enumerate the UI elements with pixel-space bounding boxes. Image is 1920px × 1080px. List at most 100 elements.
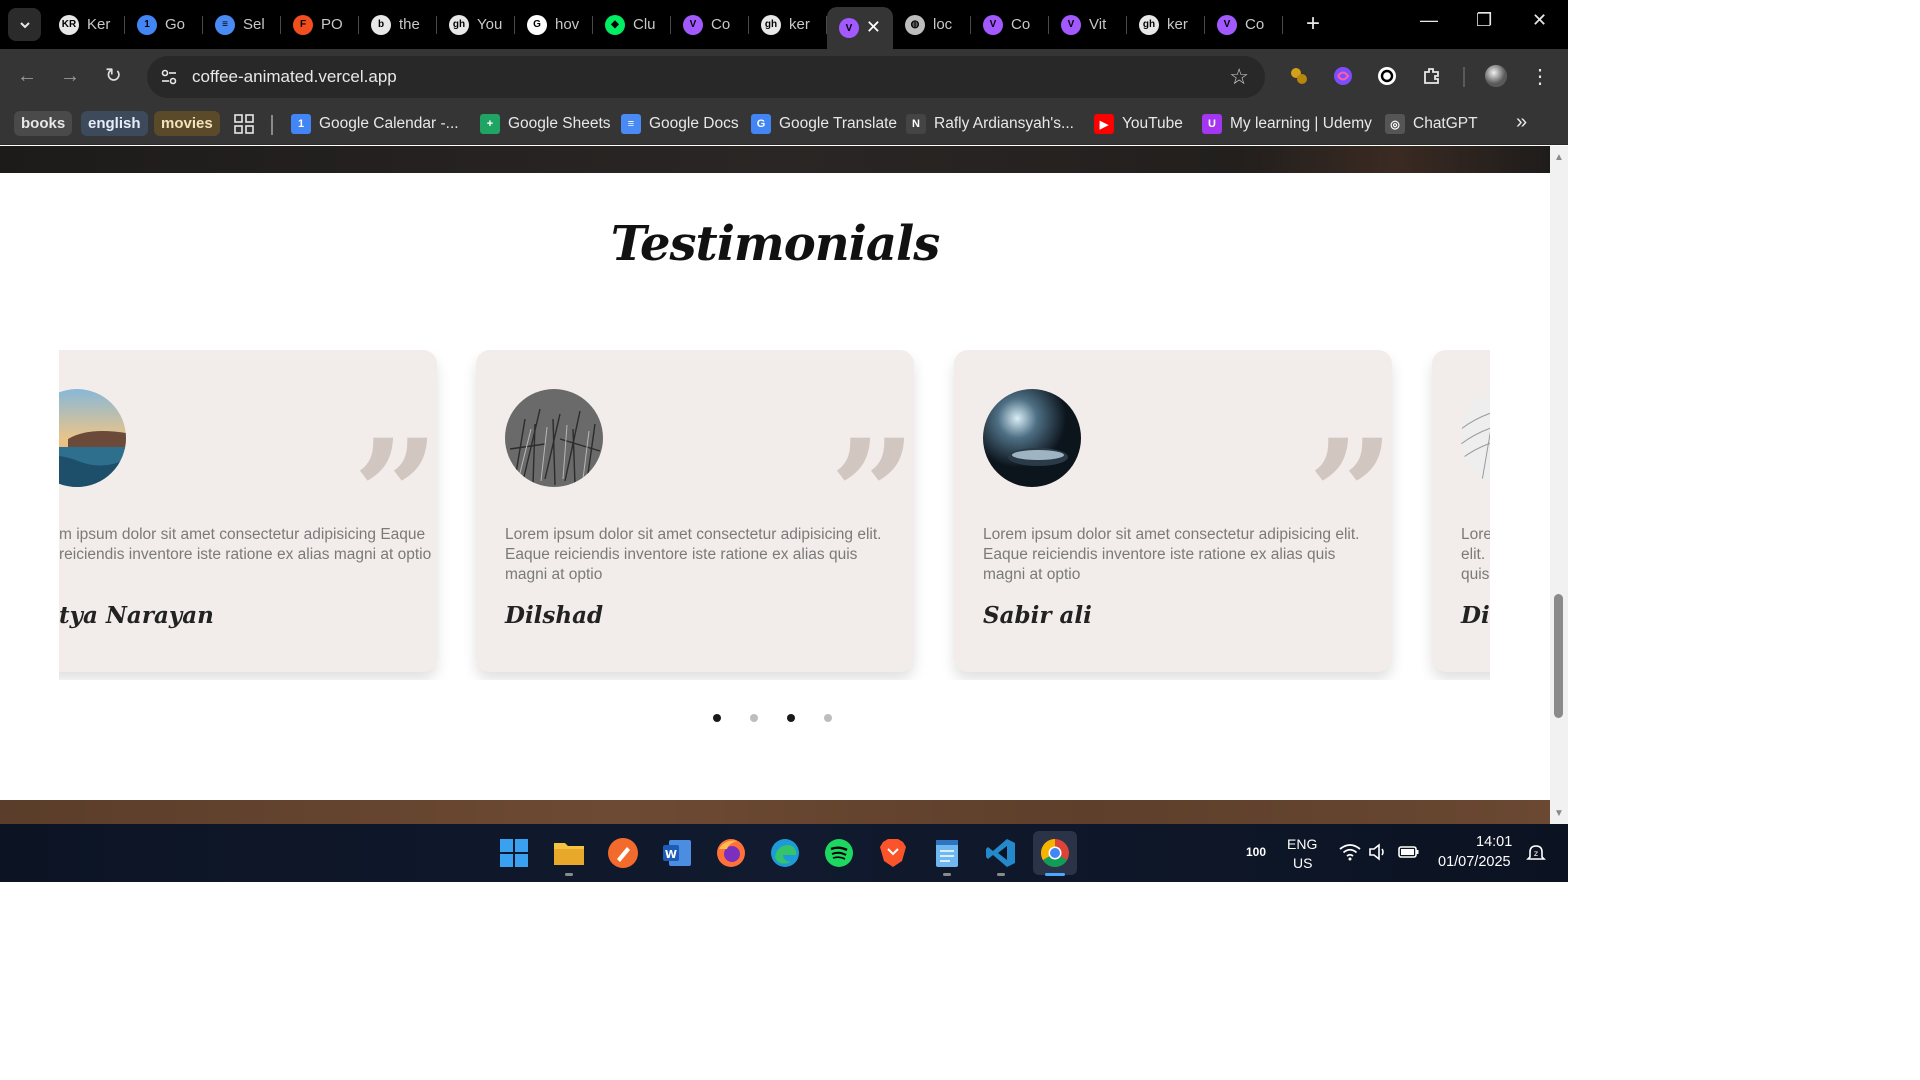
region-indicator[interactable]: US <box>1293 855 1312 871</box>
start-button[interactable] <box>496 835 532 871</box>
battery-icon[interactable] <box>1398 844 1420 865</box>
bookmark-divider <box>271 115 273 135</box>
profile-avatar[interactable] <box>1484 64 1508 88</box>
browser-tab[interactable]: V Co <box>971 7 1049 42</box>
back-arrow-icon[interactable]: ← <box>17 65 37 87</box>
testimonial-card: ” Lorem ipsum dolor sit amet consectetur… <box>476 350 914 672</box>
draw-app-icon[interactable] <box>605 835 641 871</box>
tab-favicon-icon: V <box>683 14 703 35</box>
wifi-icon[interactable] <box>1339 843 1361 866</box>
close-window-button[interactable]: ✕ <box>1532 10 1547 31</box>
tab-label: Vit <box>1089 16 1107 33</box>
tab-search-button[interactable] <box>8 8 41 41</box>
browser-tab[interactable]: b the <box>359 7 437 42</box>
language-indicator[interactable]: ENG <box>1287 836 1317 852</box>
browser-toolbar: ← → ↻ coffee-animated.vercel.app ☆ ⋮ <box>0 49 1568 105</box>
notifications-icon[interactable]: z <box>1526 843 1546 868</box>
testimonial-author: Sabir ali <box>983 602 1092 629</box>
edge-icon[interactable] <box>767 835 803 871</box>
bookmark-item[interactable]: U My learning | Udemy <box>1202 112 1372 136</box>
firefox-icon[interactable] <box>713 835 749 871</box>
browser-tab-active[interactable]: V ✕ <box>827 7 893 49</box>
bookmark-item[interactable]: + Google Sheets <box>480 112 611 136</box>
url-text[interactable]: coffee-animated.vercel.app <box>192 67 397 87</box>
minimize-button[interactable]: — <box>1420 10 1438 31</box>
bookmark-label: Google Translate <box>779 115 898 132</box>
bookmark-item[interactable]: N Rafly Ardiansyah's... <box>906 112 1074 136</box>
clock-date[interactable]: 01/07/2025 <box>1438 854 1511 870</box>
browser-tab[interactable]: gh ker <box>749 7 827 42</box>
notepad-icon[interactable] <box>929 835 965 871</box>
bookmark-favicon-icon: ▶ <box>1094 114 1114 134</box>
bookmark-item[interactable]: ≡ Google Docs <box>621 112 739 136</box>
reload-icon[interactable]: ↻ <box>105 65 122 87</box>
scroll-up-arrow-icon[interactable]: ▲ <box>1554 152 1564 163</box>
page-scrollbar[interactable]: ▲ ▼ <box>1550 146 1568 824</box>
carousel-pagination <box>713 714 832 722</box>
svg-text:z: z <box>1534 849 1538 858</box>
carousel-dot-1[interactable] <box>713 714 721 722</box>
browser-tab[interactable]: Ghov <box>515 7 593 42</box>
more-bookmarks-icon[interactable]: » <box>1516 111 1527 134</box>
browser-tab[interactable]: 1 Go <box>125 7 203 42</box>
spotify-icon[interactable] <box>821 835 857 871</box>
bookmark-item[interactable]: G Google Translate <box>751 112 897 136</box>
extensions-puzzle-icon[interactable] <box>1420 64 1444 88</box>
bookmark-star-icon[interactable]: ☆ <box>1229 64 1249 90</box>
browser-tab[interactable]: V Co <box>1205 7 1283 42</box>
word-icon[interactable]: W <box>659 835 695 871</box>
forward-arrow-icon[interactable]: → <box>60 65 80 87</box>
tab-favicon-icon: gh <box>761 14 781 35</box>
extension-grammar-icon[interactable] <box>1375 64 1399 88</box>
windows-taskbar: W 100 ENG US 14:01 01/07/2025 z <box>0 824 1568 882</box>
browser-tab[interactable]: KR Ker <box>47 7 125 42</box>
browser-tab[interactable]: F PO <box>281 7 359 42</box>
menu-kebab-icon[interactable]: ⋮ <box>1528 64 1552 88</box>
testimonial-author: Dilshad <box>505 602 604 629</box>
running-indicator <box>997 873 1005 876</box>
bookmark-item[interactable]: 1 Google Calendar -... <box>291 112 459 136</box>
tab-label: ker <box>1167 16 1188 33</box>
carousel-dot-3[interactable] <box>787 714 795 722</box>
tab-label: Co <box>711 16 731 33</box>
scrollbar-thumb[interactable] <box>1554 594 1563 718</box>
brave-icon[interactable] <box>875 835 911 871</box>
new-tab-button[interactable]: + <box>1306 12 1320 36</box>
site-settings-icon[interactable] <box>159 67 179 87</box>
testimonials-carousel[interactable]: ” m ipsum dolor sit amet consectetur adi… <box>59 350 1490 680</box>
vscode-icon[interactable] <box>983 835 1019 871</box>
bookmark-favicon-icon: U <box>1202 114 1222 134</box>
carousel-dot-2[interactable] <box>750 714 758 722</box>
tab-label: hov <box>555 16 580 33</box>
extension-coins-icon[interactable] <box>1287 64 1311 88</box>
address-bar[interactable]: coffee-animated.vercel.app ☆ <box>147 56 1265 98</box>
avatar <box>59 389 126 487</box>
bookmark-folder-english[interactable]: english <box>81 111 148 136</box>
bookmark-item[interactable]: ◎ ChatGPT <box>1385 112 1478 136</box>
clock-time[interactable]: 14:01 <box>1476 834 1512 850</box>
bookmark-item[interactable]: ▶ YouTube <box>1094 112 1183 136</box>
tab-label: Co <box>1011 16 1031 33</box>
extension-brain-icon[interactable] <box>1331 64 1355 88</box>
browser-tab[interactable]: V Vit <box>1049 7 1127 42</box>
browser-tab[interactable]: gh ker <box>1127 7 1205 42</box>
browser-tab[interactable]: ◍ loc <box>893 7 971 42</box>
testimonial-author: tya Narayan <box>59 602 214 629</box>
browser-tab[interactable]: ≡ Sel <box>203 7 281 42</box>
scroll-down-arrow-icon[interactable]: ▼ <box>1554 808 1564 819</box>
browser-tab[interactable]: ◆ Clu <box>593 7 671 42</box>
browser-tab[interactable]: V Co <box>671 7 749 42</box>
chrome-icon[interactable] <box>1033 831 1077 875</box>
restore-button[interactable]: ❐ <box>1476 10 1492 31</box>
apps-grid-icon[interactable] <box>234 114 254 139</box>
bookmark-folder-movies[interactable]: movies <box>154 111 220 136</box>
quote-icon: ” <box>830 420 908 500</box>
volume-icon[interactable] <box>1368 843 1388 866</box>
bookmarks-bar: books english movies 1 Google Calendar -.… <box>0 105 1568 145</box>
file-explorer-icon[interactable] <box>551 835 587 871</box>
carousel-dot-4[interactable] <box>824 714 832 722</box>
browser-tab[interactable]: gh You <box>437 7 515 42</box>
tab-strip: KR Ker 1 Go ≡ Sel F PO b the gh You Ghov ◆ Clu V Co gh ker… <box>0 0 1568 49</box>
bookmark-folder-books[interactable]: books <box>14 111 73 136</box>
tab-close-icon[interactable]: ✕ <box>866 18 881 36</box>
